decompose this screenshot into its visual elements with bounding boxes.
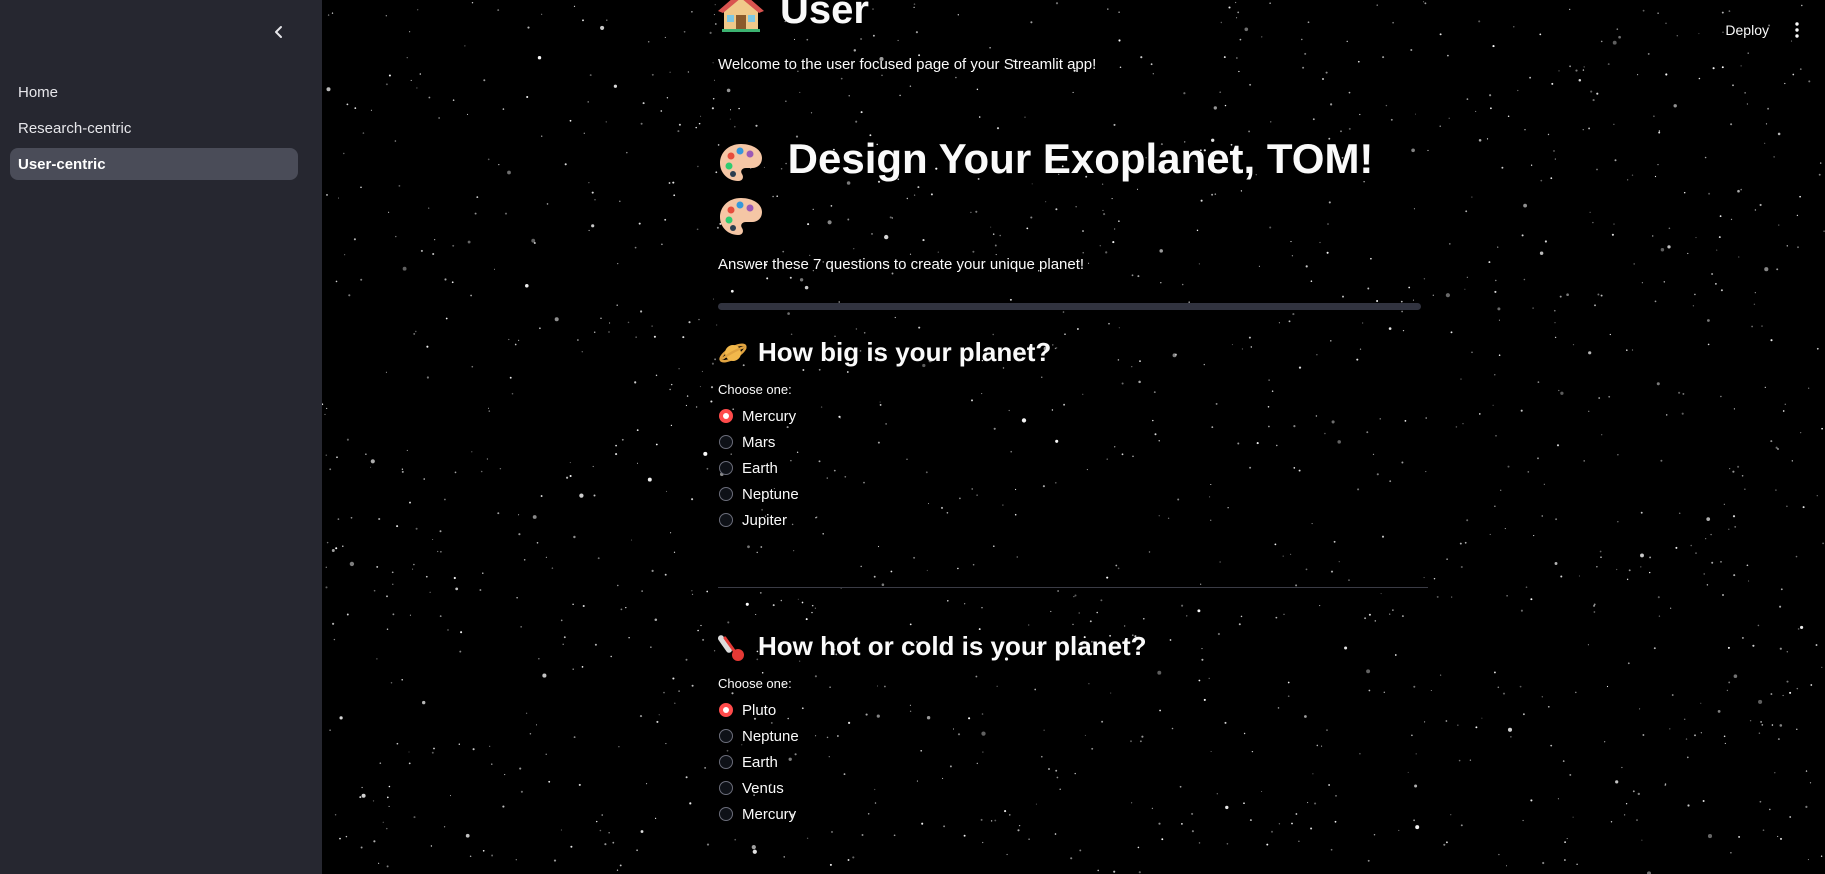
- radio-button[interactable]: [719, 461, 733, 475]
- radio-option[interactable]: Neptune: [718, 481, 1450, 507]
- question-label: Choose one:: [718, 382, 792, 397]
- designer-heading: Design Your Exoplanet, TOM!: [718, 132, 1418, 240]
- radio-option[interactable]: Neptune: [718, 723, 1450, 749]
- radio-option[interactable]: Mercury: [718, 801, 1450, 827]
- radio-option-label: Earth: [742, 753, 778, 771]
- radio-button[interactable]: [719, 807, 733, 821]
- divider: [718, 587, 1428, 588]
- artist-palette-icon: [718, 189, 764, 236]
- radio-option-label: Mars: [742, 433, 776, 451]
- app-window: Home Research-centric User-centric Deplo…: [0, 0, 1825, 874]
- radio-option[interactable]: Earth: [718, 749, 1450, 775]
- sidebar-item-label: User-centric: [18, 155, 106, 173]
- page-title: User: [718, 0, 869, 33]
- radio-option[interactable]: Pluto: [718, 697, 1450, 723]
- radio-option-label: Neptune: [742, 485, 799, 503]
- toolbar: Deploy: [1719, 0, 1825, 60]
- sidebar-item-home[interactable]: Home: [10, 76, 298, 108]
- question-title: How hot or cold is your planet?: [718, 626, 1450, 666]
- chevron-left-icon[interactable]: [267, 20, 291, 44]
- designer-heading-text: Design Your Exoplanet, TOM!: [787, 135, 1374, 182]
- sidebar-nav: Home Research-centric User-centric: [10, 76, 298, 184]
- question-title-text: How hot or cold is your planet?: [758, 630, 1147, 661]
- radio-option[interactable]: Mars: [718, 429, 1450, 455]
- sidebar: Home Research-centric User-centric: [0, 0, 322, 874]
- radio-option-label: Earth: [742, 459, 778, 477]
- page-title-text: User: [780, 0, 869, 33]
- radio-option[interactable]: Jupiter: [718, 507, 1450, 533]
- page-subtitle: Welcome to the user focused page of your…: [718, 56, 1097, 73]
- sidebar-item-label: Home: [18, 83, 59, 101]
- sidebar-item-label: Research-centric: [18, 119, 132, 137]
- question-title-text: How big is your planet?: [758, 336, 1052, 367]
- sidebar-item-user-centric[interactable]: User-centric: [10, 148, 298, 180]
- main-area: Deploy User Welcome to the user focused …: [322, 0, 1825, 874]
- radio-group: Mercury Mars Earth Neptune Jupiter: [718, 403, 1450, 533]
- question-block: How hot or cold is your planet? Choose o…: [718, 626, 1450, 827]
- question-title: How big is your planet?: [718, 332, 1450, 372]
- radio-option[interactable]: Earth: [718, 455, 1450, 481]
- sidebar-item-research-centric[interactable]: Research-centric: [10, 112, 298, 144]
- radio-option-label: Pluto: [742, 701, 777, 719]
- radio-button[interactable]: [719, 781, 733, 795]
- radio-option-label: Jupiter: [742, 511, 788, 529]
- radio-button[interactable]: [719, 755, 733, 769]
- radio-button[interactable]: [719, 409, 733, 423]
- radio-option-label: Mercury: [742, 805, 797, 823]
- radio-button[interactable]: [719, 513, 733, 527]
- radio-button[interactable]: [719, 729, 733, 743]
- instructions-text: Answer these 7 questions to create your …: [718, 256, 1085, 273]
- artist-palette-icon: [718, 135, 788, 182]
- radio-option-label: Venus: [742, 779, 784, 797]
- radio-button[interactable]: [719, 703, 733, 717]
- radio-option[interactable]: Mercury: [718, 403, 1450, 429]
- question-label: Choose one:: [718, 676, 792, 691]
- radio-option-label: Neptune: [742, 727, 799, 745]
- question-block: How big is your planet? Choose one: Merc…: [718, 332, 1450, 533]
- radio-option-label: Mercury: [742, 407, 797, 425]
- house-icon: [718, 0, 764, 33]
- radio-option[interactable]: Venus: [718, 775, 1450, 801]
- radio-button[interactable]: [719, 435, 733, 449]
- radio-button[interactable]: [719, 487, 733, 501]
- ringed-planet-icon: [718, 336, 748, 368]
- radio-group: Pluto Neptune Earth Venus Mercury: [718, 697, 1450, 827]
- deploy-button[interactable]: Deploy: [1719, 18, 1775, 42]
- thermometer-icon: [718, 630, 748, 662]
- progress-bar: [718, 303, 1421, 310]
- vertical-dots-icon[interactable]: [1789, 20, 1805, 40]
